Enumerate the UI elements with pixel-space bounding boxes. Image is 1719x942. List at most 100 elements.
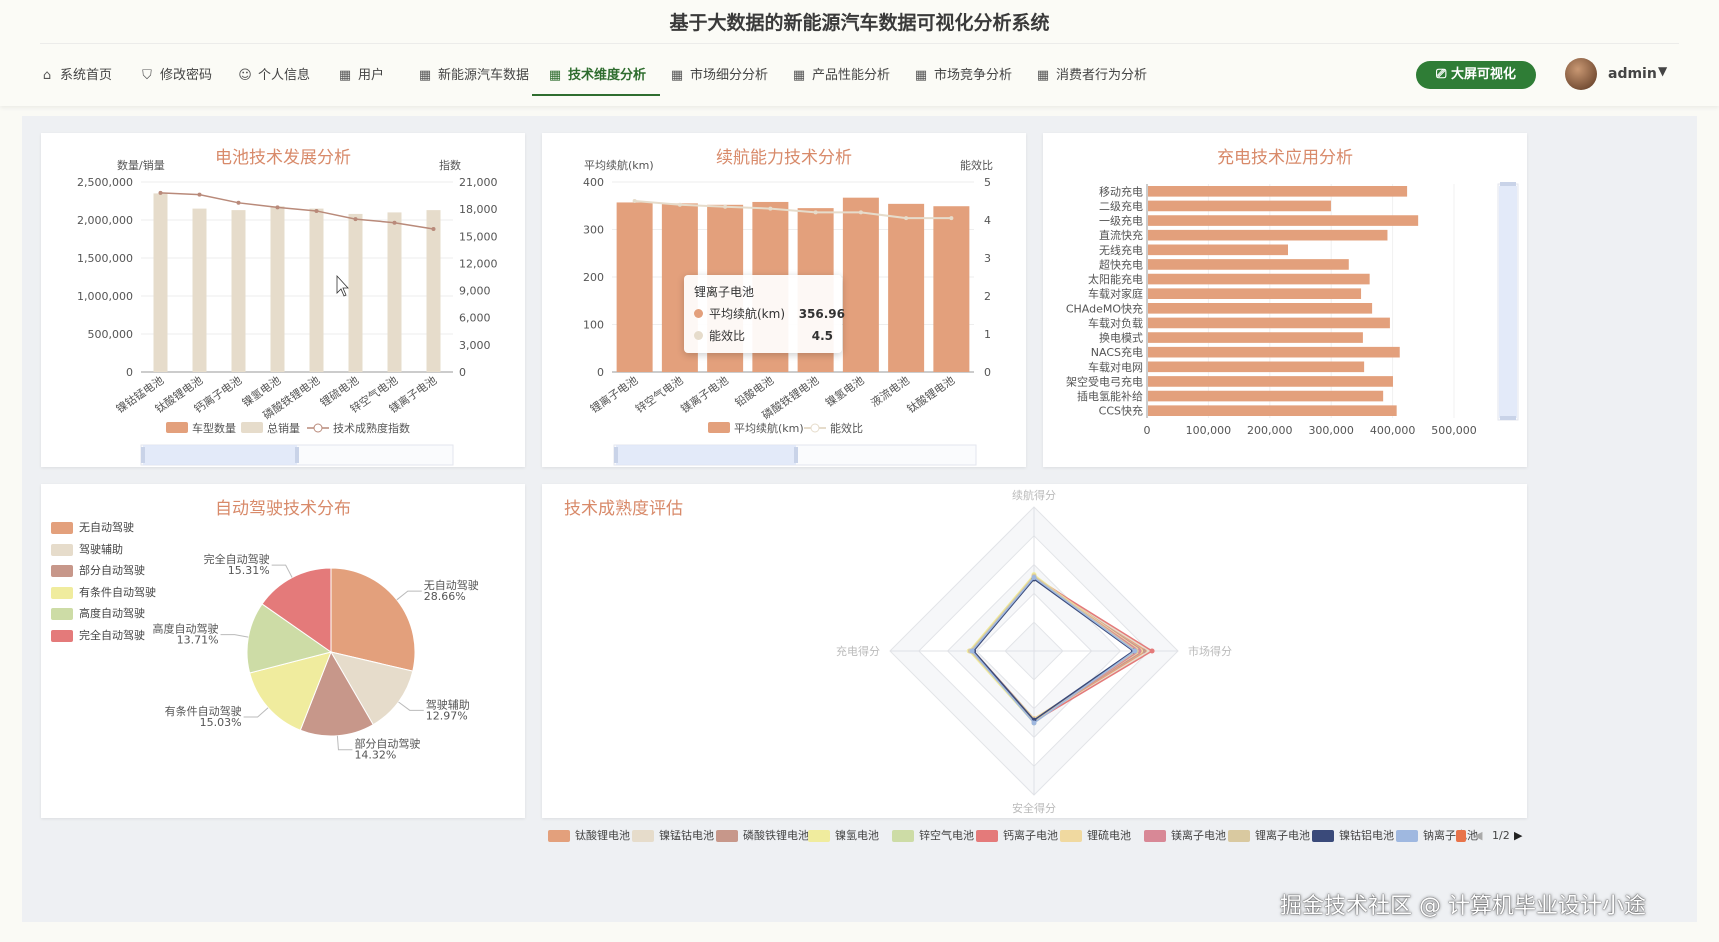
legend-next-icon[interactable]: ▶ (1514, 829, 1522, 843)
legend-swatch (548, 830, 570, 842)
divider (40, 43, 1679, 44)
charging-chart: 0 100,000 200,000 300,000 400,000 500,000 移动充电… (1066, 182, 1519, 437)
y-tick-label-right: 6,000 (459, 312, 491, 325)
legend-swatch (892, 830, 914, 842)
legend-item[interactable]: 钙离子电池 (976, 829, 1058, 843)
y-axis-title-right: 指数 (439, 158, 461, 172)
bar (1148, 259, 1349, 270)
y-tick-label: CCS快充 (1099, 404, 1143, 418)
nav-item[interactable]: ▦ 市场竞争分析 (914, 56, 1012, 96)
legend-swatch (808, 830, 830, 842)
series-dot (694, 331, 703, 340)
bar (192, 208, 207, 372)
home-icon: ⌂ (42, 68, 52, 83)
avatar[interactable] (1565, 58, 1597, 90)
tooltip-label: 平均续航(km) (709, 307, 786, 321)
legend-prev-icon[interactable]: ◀ (1474, 829, 1482, 843)
y-tick-label: 插电氢能补给 (1077, 389, 1143, 403)
y-tick-label: 换电模式 (1099, 331, 1143, 345)
zoom-handle (1500, 182, 1516, 186)
nav-item[interactable]: ▦ 用户 (338, 56, 384, 96)
legend-swatch (632, 830, 654, 842)
top-bar: 基于大数据的新能源汽车数据可视化分析系统 ⌂ 系统首页 ⛉ 修改密码 ☺ 个人信息 ▦ 用户 ▦… (0, 0, 1719, 106)
legend-item[interactable]: 锂硫电池 (1060, 829, 1131, 843)
legend-item[interactable]: 磷酸铁锂电池 (716, 829, 809, 843)
legend-page-indicator: 1/2 (1492, 829, 1510, 842)
bar (1148, 229, 1388, 241)
legend-label: 锂离子电池 (1255, 829, 1310, 842)
x-tick-label: 300,000 (1308, 424, 1354, 437)
autonomy-chart: 无自动驾驶28.66%驾驶辅助12.97%部分自动驾驶14.32%有条件自动驾驶… (153, 552, 479, 762)
nav-item[interactable]: ☺ 个人信息 (238, 56, 310, 96)
bar (888, 203, 925, 372)
watermark: 掘金技术社区 @ 计算机毕业设计小途 (1280, 894, 1646, 919)
bar (387, 212, 402, 372)
legend-label: 技术成熟度指数 (333, 421, 410, 435)
line-point (949, 216, 954, 221)
bar (933, 206, 970, 372)
y-tick-label: 2,500,000 (77, 176, 133, 189)
nav-item[interactable]: ▦ 产品性能分析 (792, 56, 890, 96)
legend-swatch (1228, 830, 1250, 842)
legend-label: 镍锰钴电池 (659, 829, 714, 842)
y-tick-label: 100 (583, 319, 604, 332)
bar (1148, 215, 1419, 226)
line-point (197, 192, 202, 197)
bar (1148, 273, 1370, 285)
legend-swatch (1456, 830, 1466, 842)
grid-icon: ▦ (418, 68, 432, 83)
label-leader (336, 735, 353, 751)
line-point (158, 190, 163, 195)
tooltip-value: 356.96 (798, 307, 846, 321)
line-point (768, 206, 773, 211)
y-tick-label: 300 (583, 224, 604, 237)
nav-item[interactable]: ▦ 消费者行为分析 (1036, 56, 1147, 96)
legend-swatch (1396, 830, 1418, 842)
bar (270, 206, 285, 372)
bar (231, 210, 246, 372)
dashboard-area: 电池技术发展分析 数量/销量 指数 0 500,000 1,000,000 1,500,0… (22, 116, 1697, 922)
legend-item[interactable]: 镁离子电池 (1144, 829, 1226, 843)
nav-item[interactable]: ▦ 新能源汽车数据 (418, 56, 529, 96)
monitor-icon: ⎚ (1436, 67, 1451, 82)
bar (1148, 346, 1400, 358)
mouse-cursor-icon (336, 274, 349, 297)
nav-item[interactable]: ⌂ 系统首页 (40, 56, 112, 96)
legend-item[interactable]: 钛酸锂电池 (548, 829, 630, 843)
zoom-handle (794, 447, 798, 463)
legend-item[interactable]: 镍锰钴电池 (632, 829, 714, 843)
bar (1148, 303, 1373, 314)
user-name[interactable]: admin (1608, 66, 1657, 82)
radar-point (1149, 648, 1155, 654)
tooltip-row: 能效比 4.5 (694, 325, 833, 347)
legend-item[interactable]: 镍氢电池 (808, 829, 879, 843)
label-leader (243, 707, 269, 718)
legend-label: 总销量 (267, 421, 300, 435)
legend-label: 镁离子电池 (1171, 829, 1226, 842)
zoom-slider-window (616, 445, 796, 465)
slice-value-label: 13.71% (177, 634, 219, 647)
legend-item[interactable]: 锌空气电池 (892, 829, 974, 843)
line-point (314, 208, 319, 213)
nav-item-label: 新能源汽车数据 (438, 68, 530, 83)
y-tick-label-right: 9,000 (459, 285, 491, 298)
nav-item[interactable]: ⛉ 修改密码 (140, 56, 212, 96)
line-point (392, 220, 397, 225)
line-point (904, 216, 909, 221)
y-tick-label: 1,000,000 (77, 290, 133, 303)
nav-item[interactable]: ▦ 市场细分分析 (670, 56, 768, 96)
y-tick-label-right: 12,000 (459, 257, 498, 270)
legend-item[interactable]: 锂离子电池 (1228, 829, 1310, 843)
nav-item[interactable]: ▦ 技术维度分析 (532, 56, 661, 96)
caret-down-icon[interactable]: ▼ (1658, 64, 1667, 78)
legend-label: 锌空气电池 (919, 829, 974, 842)
grid-icon: ▦ (914, 68, 928, 83)
bar (1148, 390, 1384, 402)
nav-item-label: 用户 (358, 68, 385, 83)
big-screen-button[interactable]: ⎚ 大屏可视化 (1416, 61, 1536, 89)
legend-item[interactable]: 镍钴铝电池 (1312, 829, 1394, 843)
slice-value-label: 12.97% (426, 709, 468, 722)
radar-indicator-label: 安全得分 (1012, 801, 1056, 815)
x-tick-label: 锂离子电池 (587, 373, 640, 416)
y-tick-label-right: 15,000 (459, 230, 498, 243)
